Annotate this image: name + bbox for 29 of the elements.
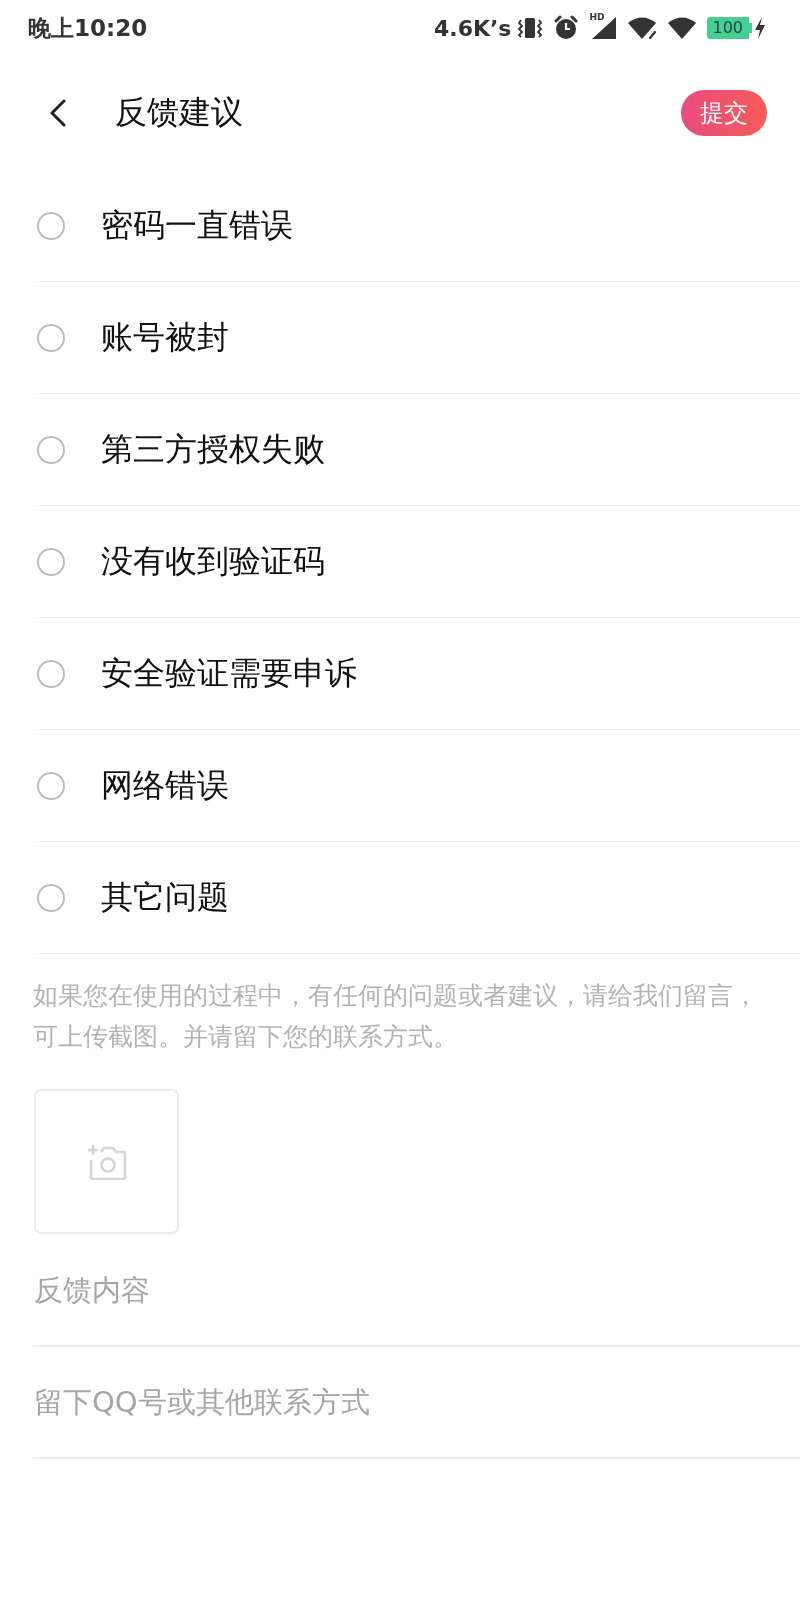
- alarm-clock-icon: [553, 15, 580, 41]
- option-label[interactable]: 没有收到验证码: [101, 539, 325, 584]
- option-label[interactable]: 网络错误: [101, 763, 229, 808]
- radio-button[interactable]: [37, 323, 65, 352]
- radio-button[interactable]: [37, 659, 65, 688]
- wifi-icon: [627, 16, 658, 40]
- option-label[interactable]: 密码一直错误: [101, 203, 293, 248]
- hint-text: 如果您在使用的过程中，有任何的问题或者建议，请给我们留言，可上传截图。并请留下您的联系方式。: [33, 980, 759, 1053]
- option-label[interactable]: 安全验证需要申诉: [101, 651, 357, 696]
- back-icon[interactable]: [49, 99, 67, 127]
- radio-button[interactable]: [37, 547, 65, 576]
- hd-label: HD: [589, 12, 605, 22]
- option-label[interactable]: 第三方授权失败: [101, 427, 325, 472]
- status-time: 晚上10:20: [28, 13, 148, 43]
- network-speed: 4.6K’s: [433, 15, 512, 41]
- option-label[interactable]: 账号被封: [101, 315, 229, 360]
- page-title: 反馈建议: [115, 92, 243, 133]
- radio-button[interactable]: [37, 435, 65, 464]
- option-label[interactable]: 其它问题: [101, 875, 229, 920]
- vibrate-icon: [517, 16, 544, 40]
- radio-button[interactable]: [37, 211, 65, 240]
- radio-button[interactable]: [37, 771, 65, 800]
- feedback-field[interactable]: 反馈内容: [33, 1234, 800, 1347]
- contact-field[interactable]: 留下QQ号或其他联系方式: [33, 1347, 800, 1459]
- wifi-icon: [667, 16, 698, 40]
- radio-button[interactable]: [37, 883, 65, 912]
- add-camera-icon: [86, 1143, 127, 1180]
- upload-image-button[interactable]: [34, 1089, 179, 1234]
- battery-level: 100: [707, 17, 752, 39]
